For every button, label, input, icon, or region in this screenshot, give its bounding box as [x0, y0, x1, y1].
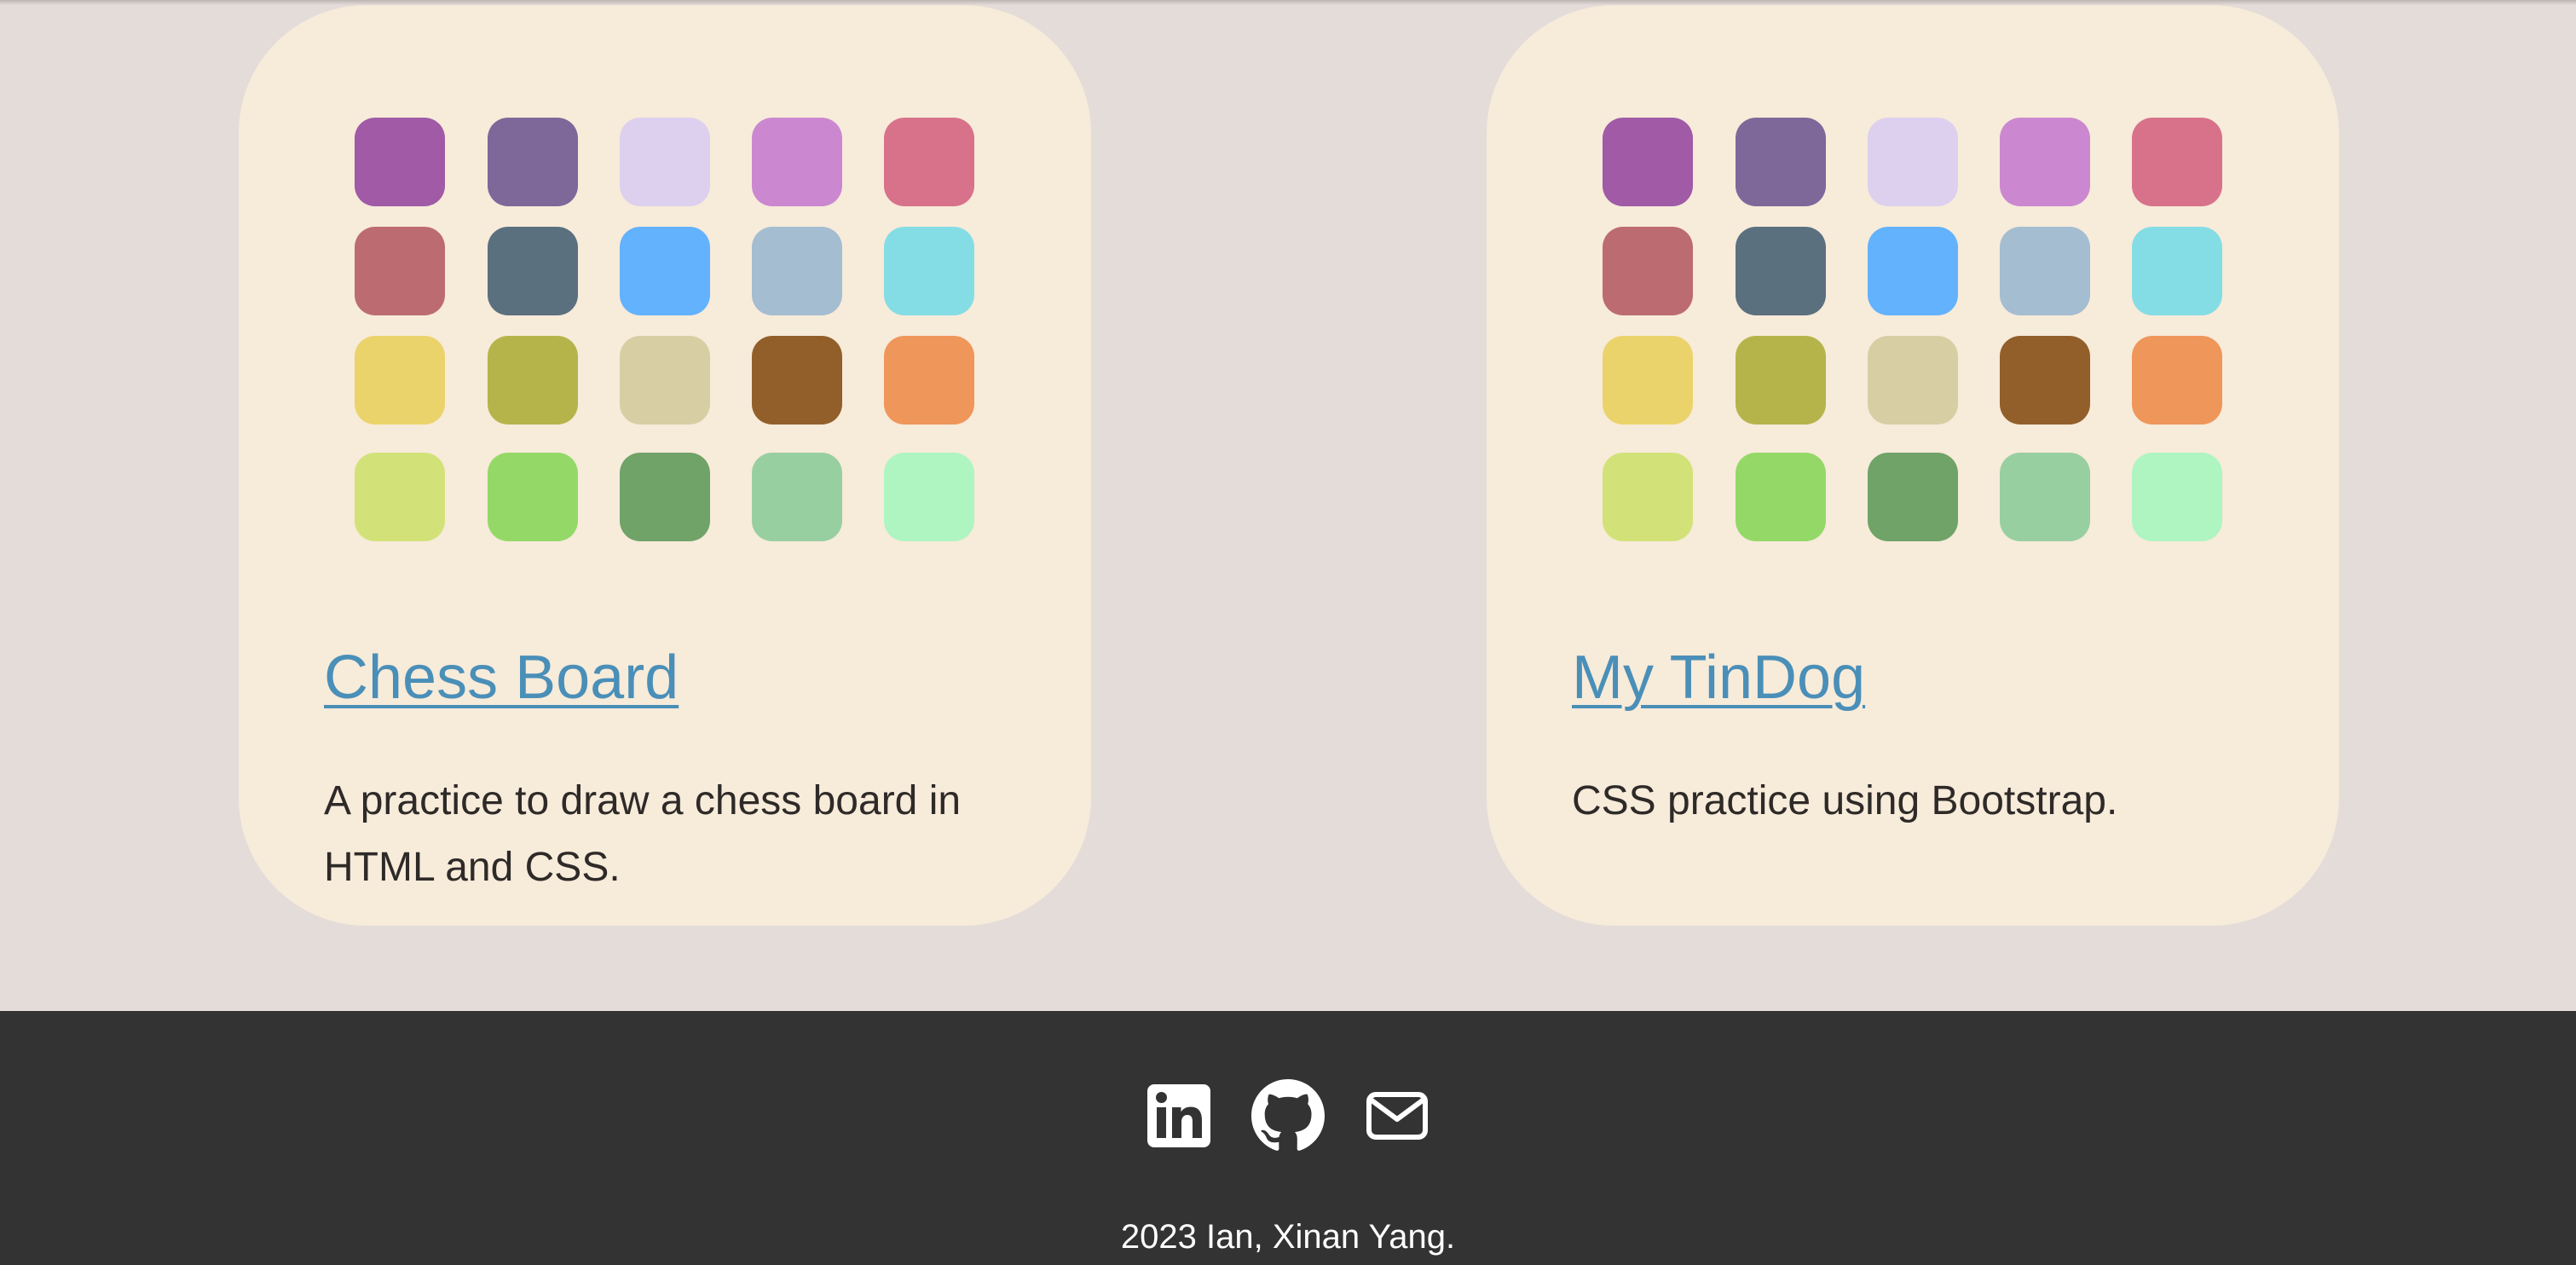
- color-swatch: [752, 453, 842, 541]
- color-swatch: [620, 227, 710, 315]
- color-swatch: [2132, 118, 2222, 206]
- color-swatch: [1736, 336, 1826, 425]
- color-swatch: [1603, 227, 1693, 315]
- color-swatch: [752, 227, 842, 315]
- color-swatch: [2132, 453, 2222, 541]
- color-swatch: [884, 118, 974, 206]
- color-swatch: [620, 118, 710, 206]
- color-swatch: [2000, 118, 2090, 206]
- project-description: A practice to draw a chess board in HTML…: [324, 778, 962, 890]
- color-swatch: [884, 227, 974, 315]
- color-swatch: [620, 336, 710, 425]
- color-palette-grid: [355, 118, 977, 544]
- color-swatch: [1603, 453, 1693, 541]
- color-swatch: [1868, 227, 1958, 315]
- color-swatch: [752, 118, 842, 206]
- color-swatch: [1868, 118, 1958, 206]
- color-swatch: [488, 118, 578, 206]
- linkedin-icon: [1147, 1084, 1210, 1147]
- project-card-chess-board: Chess Board A practice to draw a chess b…: [239, 5, 1091, 926]
- color-swatch: [355, 336, 445, 425]
- color-palette-grid: [1603, 118, 2225, 544]
- color-swatch: [355, 118, 445, 206]
- color-swatch: [1603, 118, 1693, 206]
- color-swatch: [2000, 336, 2090, 425]
- color-swatch: [488, 453, 578, 541]
- linkedin-link[interactable]: [1142, 1079, 1216, 1152]
- email-link[interactable]: [1360, 1079, 1434, 1152]
- color-swatch: [2132, 227, 2222, 315]
- github-icon: [1251, 1079, 1325, 1151]
- color-swatch: [752, 336, 842, 425]
- color-swatch: [1736, 118, 1826, 206]
- color-swatch: [1603, 336, 1693, 425]
- project-title-link[interactable]: Chess Board: [324, 643, 679, 713]
- color-swatch: [1868, 453, 1958, 541]
- site-footer: 2023 Ian, Xinan Yang.: [0, 1011, 2576, 1265]
- github-link[interactable]: [1251, 1079, 1325, 1152]
- color-swatch: [488, 336, 578, 425]
- copyright-text: 2023 Ian, Xinan Yang.: [1120, 1218, 1456, 1256]
- color-swatch: [884, 453, 974, 541]
- color-swatch: [620, 453, 710, 541]
- color-swatch: [2000, 227, 2090, 315]
- color-swatch: [1868, 336, 1958, 425]
- project-title-link[interactable]: My TinDog: [1572, 643, 1865, 713]
- color-swatch: [488, 227, 578, 315]
- color-swatch: [2132, 336, 2222, 425]
- color-swatch: [2000, 453, 2090, 541]
- color-swatch: [1736, 227, 1826, 315]
- project-card-my-tindog: My TinDog CSS practice using Bootstrap.: [1487, 5, 2339, 926]
- color-swatch: [1736, 453, 1826, 541]
- mail-icon: [1366, 1092, 1428, 1140]
- color-swatch: [884, 336, 974, 425]
- social-links: [0, 1079, 2576, 1156]
- color-swatch: [355, 227, 445, 315]
- project-description: CSS practice using Bootstrap.: [1572, 778, 2118, 823]
- color-swatch: [355, 453, 445, 541]
